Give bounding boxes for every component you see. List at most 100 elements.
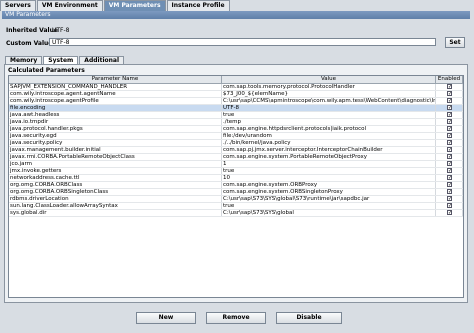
table-row[interactable]: com.wily.introscope.agent.agentName $73_J… — [9, 91, 463, 98]
table-header: Parameter Name Value Enabled — [9, 76, 463, 84]
enabled-checkbox[interactable]: ✓ — [447, 98, 452, 104]
enabled-checkbox[interactable]: ✓ — [447, 168, 452, 174]
enabled-cell: ✓ — [436, 168, 463, 174]
parameter-name-cell: jmx.invoke.getters — [9, 168, 222, 174]
parameter-name-cell: rdbms.driverLocation — [9, 196, 222, 202]
parameter-value-cell: C:\usr\sap\S73\SYS\global\S73\runtime\ja… — [222, 196, 436, 202]
disable-button[interactable]: Disable — [276, 312, 342, 324]
parameter-value-cell: com.sap.engine.system.ORBSingletonProxy — [222, 189, 436, 195]
table-row[interactable]: jmx.invoke.getters true ✓ — [9, 168, 463, 175]
parameter-value-cell: C:\usr\sap\CCMS\apmintroscope\com.wily.a… — [223, 98, 436, 104]
parameter-name-cell: java.security.egd — [9, 133, 222, 139]
enabled-checkbox[interactable]: ✓ — [447, 84, 452, 90]
table-body: SAPJVM_EXTENSION_COMMAND_HANDLER com.sap.… — [9, 84, 463, 217]
enabled-cell: ✓ — [436, 182, 463, 188]
parameter-name-cell: javax.rmi.CORBA.PortableRemoteObjectClas… — [9, 154, 222, 160]
inherited-value: UTF-8 — [52, 27, 70, 34]
parameter-name-cell: sun.lang.ClassLoader.allowArraySyntax — [9, 203, 222, 209]
table-row[interactable]: SAPJVM_EXTENSION_COMMAND_HANDLER com.sap.… — [9, 84, 463, 91]
table-row[interactable]: sys.global.dir C:\usr\sap\S73\SYS\global ✓ — [9, 210, 463, 217]
enabled-cell: ✓ — [436, 119, 463, 125]
tab-vm-parameters[interactable]: VM Parameters — [103, 0, 166, 11]
enabled-checkbox[interactable]: ✓ — [447, 133, 452, 139]
tab-memory[interactable]: Memory — [5, 56, 43, 64]
enabled-checkbox[interactable]: ✓ — [447, 91, 452, 97]
enabled-checkbox[interactable]: ✓ — [447, 119, 452, 125]
custom-value-input[interactable]: UTF-8 — [49, 38, 436, 46]
parameter-value-cell: 1 — [222, 161, 436, 167]
enabled-checkbox[interactable]: ✓ — [447, 140, 452, 146]
table-row[interactable]: file.encoding UTF-8 ✓ — [9, 105, 463, 112]
table-row[interactable]: java.security.egd file:/dev/urandom ✓ — [9, 133, 463, 140]
enabled-checkbox[interactable]: ✓ — [447, 203, 452, 209]
enabled-checkbox[interactable]: ✓ — [447, 182, 452, 188]
parameter-name-cell: jco.jarm — [9, 161, 222, 167]
table-row[interactable]: org.omg.CORBA.ORBSingletonClass com.sap.e… — [9, 189, 463, 196]
enabled-checkbox[interactable]: ✓ — [447, 112, 452, 118]
top-tab-bar: Servers VM Environment VM Parameters Ins… — [0, 0, 231, 11]
new-button[interactable]: New — [136, 312, 196, 324]
system-panel: Calculated Parameters Parameter Name Val… — [4, 64, 468, 303]
table-row[interactable]: jco.jarm 1 ✓ — [9, 161, 463, 168]
table-row[interactable]: java.protocol.handler.pkgs com.sap.engine… — [9, 126, 463, 133]
parameter-name-cell: networkaddress.cache.ttl — [9, 175, 222, 181]
enabled-cell: ✓ — [436, 98, 463, 104]
vm-parameters-header: VM Parameters — [2, 11, 470, 19]
tab-system[interactable]: System — [43, 56, 79, 64]
enabled-checkbox[interactable]: ✓ — [447, 189, 452, 195]
enabled-cell: ✓ — [436, 203, 463, 209]
parameter-value-cell: UTF-8 — [222, 105, 436, 111]
tab-instance-profile[interactable]: Instance Profile — [166, 0, 230, 11]
enabled-cell: ✓ — [436, 210, 463, 216]
enabled-checkbox[interactable]: ✓ — [447, 154, 452, 160]
remove-button[interactable]: Remove — [206, 312, 266, 324]
enabled-checkbox[interactable]: ✓ — [447, 210, 452, 216]
enabled-checkbox[interactable]: ✓ — [447, 147, 452, 153]
enabled-checkbox[interactable]: ✓ — [447, 196, 452, 202]
tab-vm-environment[interactable]: VM Environment — [36, 0, 103, 11]
set-button[interactable]: Set — [445, 37, 465, 48]
parameter-name-cell: java.io.tmpdir — [9, 119, 222, 125]
enabled-checkbox[interactable]: ✓ — [447, 126, 452, 132]
parameter-name-cell: org.omg.CORBA.ORBSingletonClass — [9, 189, 222, 195]
tab-additional[interactable]: Additional — [79, 56, 125, 64]
enabled-checkbox[interactable]: ✓ — [447, 175, 452, 181]
table-row[interactable]: org.omg.CORBA.ORBClass com.sap.engine.sys… — [9, 182, 463, 189]
parameter-value-cell: true — [222, 112, 436, 118]
parameter-value-cell: 10 — [222, 175, 436, 181]
parameter-value-cell: com.sap.tools.memory.protocol.ProtocolHa… — [222, 84, 436, 90]
enabled-checkbox[interactable]: ✓ — [447, 161, 452, 167]
table-row[interactable]: networkaddress.cache.ttl 10 ✓ — [9, 175, 463, 182]
parameter-value-cell: true — [222, 168, 436, 174]
enabled-cell: ✓ — [436, 105, 463, 111]
parameter-name-cell: com.wily.introscope.agentProfile — [9, 98, 222, 104]
enabled-cell: ✓ — [436, 91, 463, 97]
parameter-value-cell: com.sap.engine.system.ORBProxy — [222, 182, 436, 188]
sub-tab-bar: Memory System Additional — [5, 56, 125, 64]
table-row[interactable]: java.io.tmpdir ./temp ✓ — [9, 119, 463, 126]
table-row[interactable]: javax.rmi.CORBA.PortableRemoteObjectClas… — [9, 154, 463, 161]
parameter-value-cell: true — [222, 203, 436, 209]
parameter-name-cell: java.awt.headless — [9, 112, 222, 118]
enabled-cell: ✓ — [436, 161, 463, 167]
parameter-name-cell: sys.global.dir — [9, 210, 222, 216]
parameter-value-cell: com.sap.engine.system.PortableRemoteObje… — [222, 154, 436, 160]
enabled-cell: ✓ — [436, 154, 463, 160]
column-header-value[interactable]: Value — [222, 76, 436, 83]
tab-servers[interactable]: Servers — [0, 0, 36, 11]
table-row[interactable]: rdbms.driverLocation C:\usr\sap\S73\SYS\g… — [9, 196, 463, 203]
table-row[interactable]: java.awt.headless true ✓ — [9, 112, 463, 119]
parameter-value-cell: ./temp — [222, 119, 436, 125]
table-row[interactable]: sun.lang.ClassLoader.allowArraySyntax tru… — [9, 203, 463, 210]
column-header-enabled[interactable]: Enabled — [436, 76, 463, 83]
custom-value-label: Custom Value — [6, 40, 53, 47]
table-row[interactable]: com.wily.introscope.agentProfile C:\usr\s… — [9, 98, 463, 105]
table-row[interactable]: java.security.policy ./../bin/kernel/java… — [9, 140, 463, 147]
parameter-name-cell: com.wily.introscope.agent.agentName — [9, 91, 222, 97]
enabled-cell: ✓ — [436, 133, 463, 139]
enabled-checkbox[interactable]: ✓ — [447, 105, 452, 111]
enabled-cell: ✓ — [436, 84, 463, 90]
column-header-parameter-name[interactable]: Parameter Name — [9, 76, 222, 83]
table-row[interactable]: javax.management.builder.initial com.sap.… — [9, 147, 463, 154]
parameter-name-cell: file.encoding — [9, 105, 222, 111]
